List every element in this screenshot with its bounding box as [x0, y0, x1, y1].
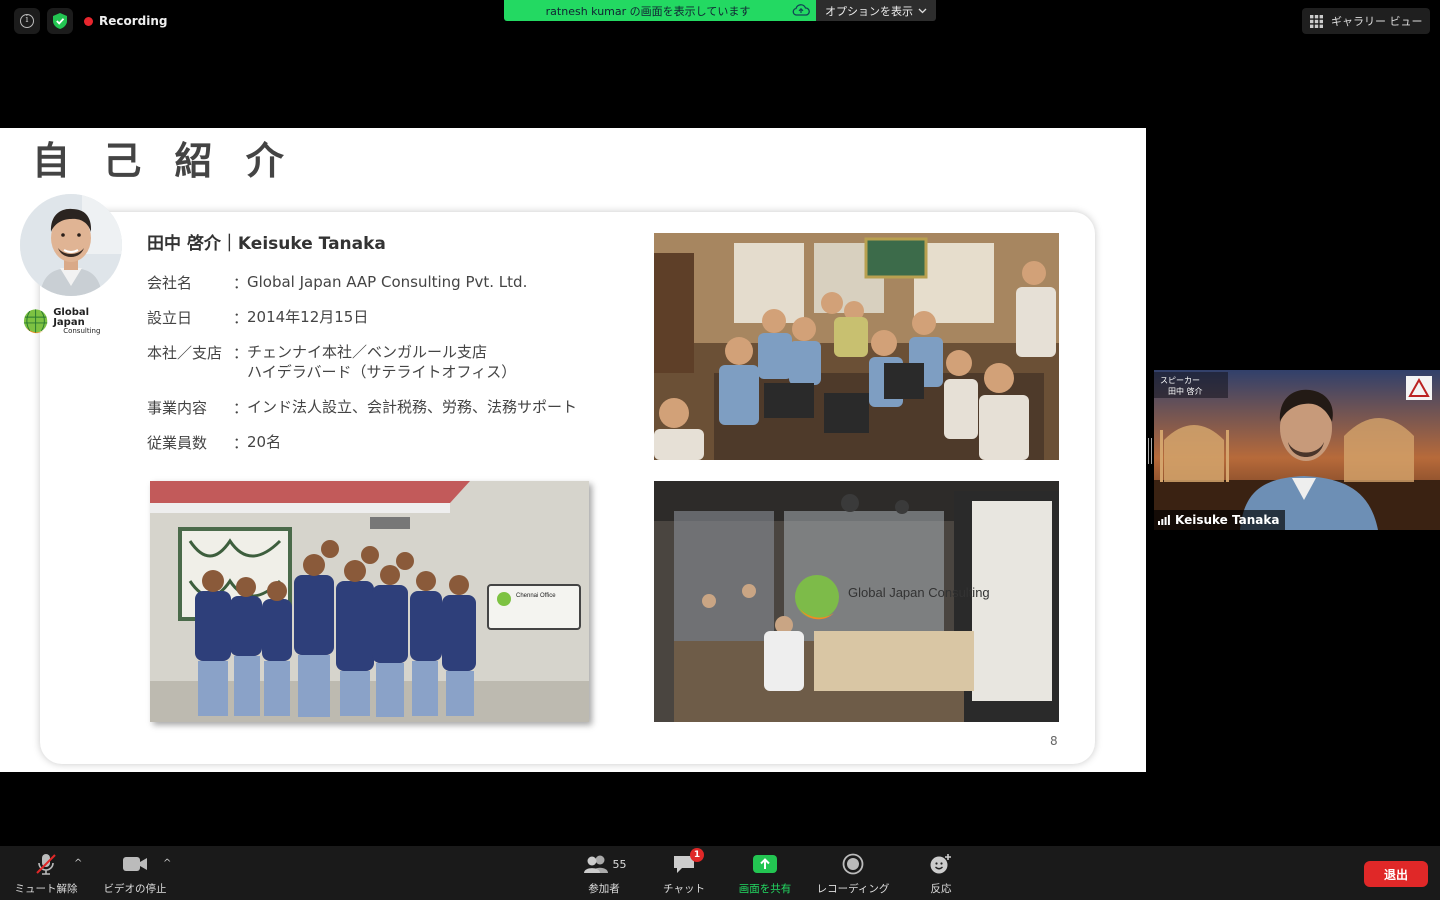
record-button[interactable]: レコーディング — [812, 850, 894, 896]
signal-bars-icon — [1158, 515, 1170, 525]
unmute-label: ミュート解除 — [14, 883, 78, 895]
video-options-caret-icon[interactable]: ^ — [163, 858, 171, 869]
video-camera-icon — [123, 857, 147, 871]
cloud-icon — [792, 4, 810, 16]
info-value: 2014年12月15日 — [247, 308, 369, 326]
info-value: Global Japan AAP Consulting Pvt. Ltd. — [247, 273, 528, 291]
info-row-founded: 設立日 ： 2014年12月15日 — [147, 308, 369, 327]
screen-share-banner: ratnesh kumar の画面を表示しています — [504, 0, 816, 21]
chevron-down-icon — [918, 8, 927, 13]
share-screen-icon — [753, 855, 777, 873]
meeting-info-button[interactable]: i — [14, 8, 40, 34]
record-icon — [842, 853, 864, 875]
recording-indicator[interactable]: Recording — [80, 8, 176, 34]
info-row-employees: 従業員数 ： 20名 — [147, 433, 282, 452]
participants-label: 参加者 — [588, 883, 620, 895]
info-value: インド法人設立、会計税務、労務、法務サポート — [247, 398, 578, 416]
audio-options-caret-icon[interactable]: ^ — [74, 858, 82, 869]
info-label: 設立日 — [147, 309, 193, 327]
slide-page-number: 8 — [1050, 734, 1058, 748]
chennai-sign-text: Chennai Office — [516, 593, 556, 599]
logo-line1: Global Japan — [53, 306, 90, 328]
chennai-office-sign: Chennai Office — [487, 584, 581, 630]
chat-button[interactable]: 1 チャット — [660, 848, 708, 896]
smiley-plus-icon — [930, 854, 951, 874]
participants-count: 55 — [612, 857, 627, 871]
view-options-label: オプションを表示 — [825, 4, 913, 18]
logo-line2: Consulting — [63, 326, 101, 335]
unmute-button[interactable]: ミュート解除 — [12, 850, 80, 896]
speaker-video-tile[interactable]: スピーカー 田中 啓介 — [1154, 370, 1440, 530]
info-label: 事業内容 — [147, 399, 208, 417]
chat-label: チャット — [663, 883, 705, 895]
share-screen-button[interactable]: 画面を共有 — [736, 850, 794, 896]
team-office-photo — [654, 233, 1059, 460]
share-banner-text: ratnesh kumar の画面を表示しています — [545, 4, 751, 18]
shield-icon — [53, 13, 67, 29]
info-label: 従業員数 — [147, 434, 208, 452]
view-options-button[interactable]: オプションを表示 — [816, 0, 936, 21]
info-value: 20名 — [247, 433, 282, 451]
info-row-business: 事業内容 ： インド法人設立、会計税務、労務、法務サポート — [147, 398, 578, 417]
office-sign-text: Global Japan Consulting — [848, 585, 990, 600]
gallery-view-label: ギャラリー ビュー — [1331, 15, 1423, 28]
top-bar: i Recording ratnesh kumar の画面を表示しています オプ… — [0, 0, 1440, 42]
recording-dot-icon — [84, 16, 93, 26]
microphone-muted-icon — [36, 854, 56, 875]
slide-title: 自 己 紹 介 — [32, 139, 294, 183]
chat-unread-badge: 1 — [690, 848, 704, 862]
grid-icon — [1310, 14, 1323, 28]
reactions-button[interactable]: 反応 — [924, 850, 958, 896]
stop-video-label: ビデオの停止 — [103, 883, 167, 895]
office-interior-photo: Global Japan Consulting — [654, 481, 1059, 722]
security-button[interactable] — [47, 8, 73, 34]
gallery-view-button[interactable]: ギャラリー ビュー — [1302, 8, 1430, 34]
record-label: レコーディング — [816, 883, 890, 895]
participants-button[interactable]: 55 参加者 — [582, 850, 627, 896]
info-row-company: 会社名 ： Global Japan AAP Consulting Pvt. L… — [147, 273, 528, 292]
panel-resize-handle[interactable] — [1148, 438, 1152, 464]
speaker-name-text: Keisuke Tanaka — [1175, 513, 1280, 527]
company-logo: Global Japan Consulting — [22, 306, 122, 336]
info-value: チェンナイ本社／ベンガルール支店 — [247, 343, 488, 361]
speaker-banner-line1: スピーカー — [1160, 376, 1200, 385]
leave-meeting-button[interactable]: 退出 — [1364, 861, 1428, 887]
speaker-banner-line2: 田中 啓介 — [1168, 386, 1203, 396]
speaker-name-label: Keisuke Tanaka — [1154, 510, 1286, 530]
shared-slide: 自 己 紹 介 Global Japan Consulting 田中 啓介｜Ke… — [0, 128, 1146, 772]
info-value-line2: ハイデラバード（サテライトオフィス） — [247, 363, 517, 381]
reactions-label: 反応 — [930, 883, 952, 895]
presenter-name: 田中 啓介｜Keisuke Tanaka — [147, 234, 386, 254]
info-label: 本社／支店 — [147, 344, 223, 362]
profile-photo — [20, 194, 122, 296]
info-row-offices: 本社／支店 ： チェンナイ本社／ベンガルール支店 ハイデラバード（サテライトオフ… — [147, 343, 517, 381]
info-icon: i — [20, 14, 34, 28]
recording-label: Recording — [99, 14, 168, 28]
stop-video-button[interactable]: ビデオの停止 — [100, 850, 170, 896]
share-screen-label: 画面を共有 — [738, 883, 792, 895]
info-label: 会社名 — [147, 274, 193, 292]
participants-icon — [583, 855, 608, 873]
globe-logo-icon — [23, 309, 48, 334]
meeting-toolbar: ミュート解除 ^ ビデオの停止 ^ 55 参加者 1 チャット 画面を共有 レコ… — [0, 846, 1440, 900]
chennai-team-photo: Chennai Office — [150, 481, 589, 722]
